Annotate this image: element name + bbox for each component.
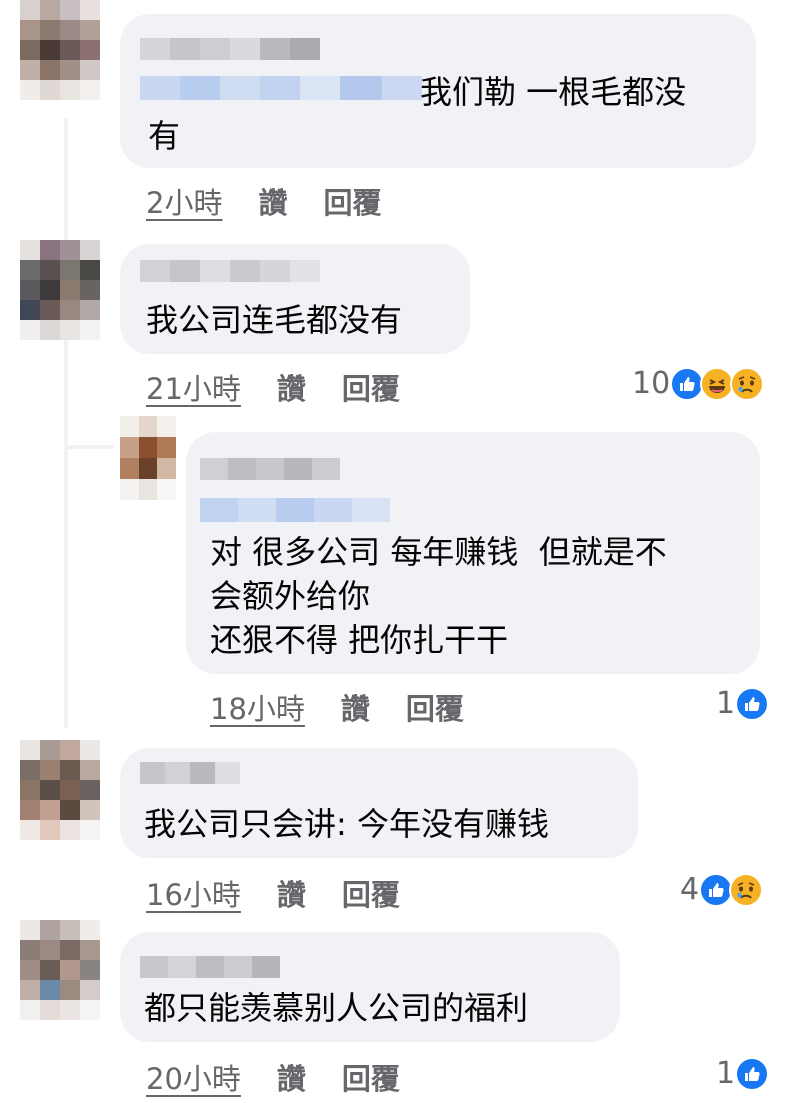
like-button[interactable]: 讚 <box>277 366 306 408</box>
comment-bubble: 都只能羡慕别人公司的福利 <box>120 932 620 1042</box>
avatar[interactable] <box>20 240 100 340</box>
reaction-count: 1 <box>716 686 736 721</box>
reaction-summary[interactable]: 1 <box>716 686 770 721</box>
like-reaction-icon <box>699 872 734 907</box>
thread-connector <box>64 445 114 449</box>
comment-actions: 2小時 讚 回覆 <box>146 180 381 222</box>
reaction-count: 10 <box>632 366 671 401</box>
commenter-name-part <box>260 38 320 60</box>
timestamp-link[interactable]: 16小時 <box>146 872 241 914</box>
comment-actions: 20小時 讚 回覆 <box>146 1056 400 1098</box>
like-button[interactable]: 讚 <box>341 686 370 728</box>
avatar[interactable] <box>20 740 100 840</box>
commenter-name[interactable] <box>140 762 240 784</box>
like-button[interactable]: 讚 <box>258 180 287 222</box>
comment-text: 我们勒 一根毛都没 有 <box>148 73 687 155</box>
comment-text: 我公司连毛都没有 <box>146 301 403 339</box>
avatar[interactable] <box>20 920 100 1020</box>
timestamp-link[interactable]: 2小時 <box>146 180 222 222</box>
mentioned-user[interactable] <box>200 498 390 522</box>
like-button[interactable]: 讚 <box>277 1056 306 1098</box>
comment-text: 都只能羡慕别人公司的福利 <box>144 989 529 1027</box>
haha-reaction-icon <box>700 366 735 401</box>
reply-button[interactable]: 回覆 <box>406 686 464 728</box>
reply-button[interactable]: 回覆 <box>342 872 400 914</box>
like-reaction-icon <box>735 686 770 721</box>
reply-button[interactable]: 回覆 <box>342 1056 400 1098</box>
avatar[interactable] <box>120 416 176 500</box>
comment-text: 我公司只会讲: 今年没有赚钱 <box>144 805 549 843</box>
reaction-summary[interactable]: 1 <box>716 1056 770 1091</box>
reaction-count: 1 <box>716 1056 736 1091</box>
timestamp-link[interactable]: 20小時 <box>146 1056 241 1098</box>
comment-bubble: 我公司只会讲: 今年没有赚钱 <box>120 748 638 858</box>
reply-button[interactable]: 回覆 <box>342 366 400 408</box>
reaction-count: 4 <box>680 872 700 907</box>
thread-line <box>64 118 68 728</box>
sad-reaction-icon <box>729 872 764 907</box>
comment-actions: 21小時 讚 回覆 <box>146 366 400 408</box>
sad-reaction-icon <box>730 366 765 401</box>
like-reaction-icon <box>670 366 705 401</box>
comment-actions: 16小時 讚 回覆 <box>146 872 400 914</box>
comment-bubble: 我公司连毛都没有 <box>120 244 470 354</box>
like-button[interactable]: 讚 <box>277 872 306 914</box>
reply-button[interactable]: 回覆 <box>323 180 381 222</box>
comment-actions: 18小時 讚 回覆 <box>210 686 464 728</box>
comment-text: 对 很多公司 每年赚钱 但就是不 会额外给你 还狠不得 把你扎干干 <box>210 533 667 659</box>
commenter-name[interactable] <box>140 260 320 282</box>
timestamp-link[interactable]: 21小時 <box>146 366 241 408</box>
reaction-summary[interactable]: 4 <box>680 872 764 907</box>
reaction-summary[interactable]: 10 <box>632 366 765 401</box>
comment-bubble: 对 很多公司 每年赚钱 但就是不 会额外给你 还狠不得 把你扎干干 <box>186 432 760 674</box>
commenter-name[interactable] <box>200 458 340 480</box>
timestamp-link[interactable]: 18小時 <box>210 686 305 728</box>
commenter-name[interactable] <box>140 956 280 978</box>
avatar[interactable] <box>20 0 100 100</box>
like-reaction-icon <box>735 1056 770 1091</box>
comment-bubble: 我们勒 一根毛都没 有 <box>120 14 756 168</box>
